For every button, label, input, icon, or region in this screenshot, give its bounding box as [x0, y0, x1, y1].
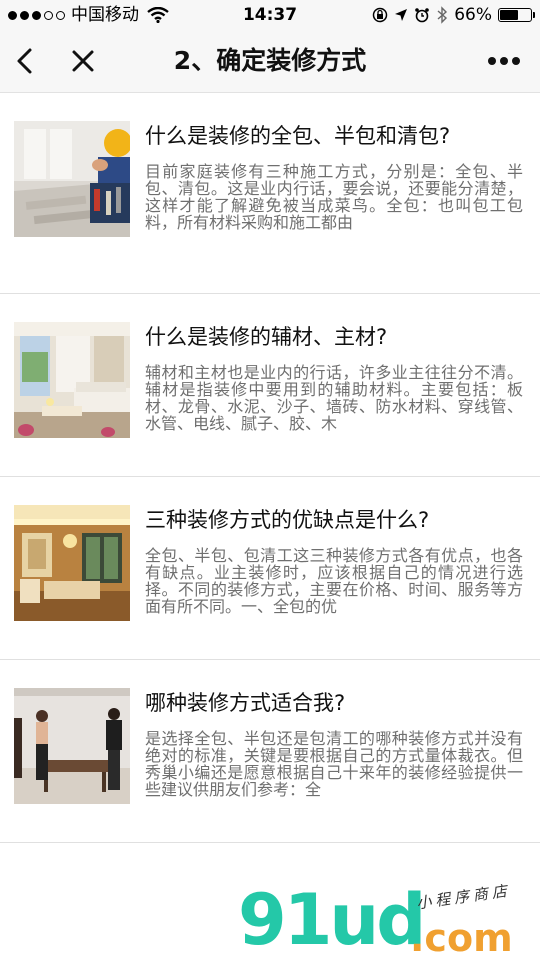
list-item[interactable]: 什么是装修的辅材、主材? 辅材和主材也是业内的行话，许多业主往往分不清。辅材是指…: [0, 294, 540, 477]
list-item[interactable]: 哪种装修方式适合我? 是选择全包、半包还是包清工的哪种装修方式并没有绝对的标准，…: [0, 660, 540, 843]
thumbnail-people-room: [14, 688, 130, 804]
item-desc: 是选择全包、半包还是包清工的哪种装修方式并没有绝对的标准，关键是要根据自己的方式…: [145, 730, 523, 798]
close-button[interactable]: [58, 30, 108, 92]
rotation-lock-icon: [372, 7, 388, 23]
item-title: 什么是装修的全包、半包和清包?: [145, 124, 451, 148]
chevron-left-icon: [17, 48, 32, 74]
item-desc: 辅材和主材也是业内的行话，许多业主往往分不清。辅材是指装修中要用到的辅助材料。主…: [145, 364, 523, 432]
thumbnail-worker-tools: [14, 121, 130, 237]
item-desc: 全包、半包、包清工这三种装修方式各有优点，也各有缺点。业主装修时，应该根据自己的…: [145, 547, 523, 615]
bluetooth-icon: [437, 6, 448, 24]
item-title: 三种装修方式的优缺点是什么?: [145, 508, 430, 532]
watermark-logo: 91ud 小程序商店 .com: [238, 880, 538, 960]
status-bar: 中国移动 14:37 66%: [0, 0, 540, 30]
close-icon: [72, 50, 94, 72]
status-right: 66%: [372, 0, 535, 30]
location-icon: [395, 9, 408, 21]
battery-percent: 66%: [454, 5, 492, 25]
list-item[interactable]: 什么是装修的全包、半包和清包? 目前家庭装修有三种施工方式，分别是：全包、半包、…: [0, 93, 540, 294]
watermark-com: .com: [410, 916, 513, 960]
page-title: 2、确定装修方式: [173, 46, 367, 75]
watermark-main: 91ud: [238, 879, 426, 961]
back-button[interactable]: [0, 30, 50, 92]
list-item[interactable]: 三种装修方式的优缺点是什么? 全包、半包、包清工这三种装修方式各有优点，也各有缺…: [0, 477, 540, 660]
battery-icon: [498, 8, 535, 22]
item-title: 什么是装修的辅材、主材?: [145, 325, 388, 349]
thumbnail-classic-interior: [14, 505, 130, 621]
nav-bar: 2、确定装修方式: [0, 30, 540, 93]
more-button[interactable]: [476, 30, 532, 92]
article-list: 什么是装修的全包、半包和清包? 目前家庭装修有三种施工方式，分别是：全包、半包、…: [0, 93, 540, 843]
alarm-icon: [415, 8, 430, 23]
watermark-sub: 小程序商店: [415, 881, 512, 913]
thumbnail-living-room: [14, 322, 130, 438]
item-title: 哪种装修方式适合我?: [145, 691, 346, 715]
more-icon: [488, 57, 520, 65]
item-desc: 目前家庭装修有三种施工方式，分别是：全包、半包、清包。这是业内行话，要会说，还要…: [145, 163, 523, 231]
